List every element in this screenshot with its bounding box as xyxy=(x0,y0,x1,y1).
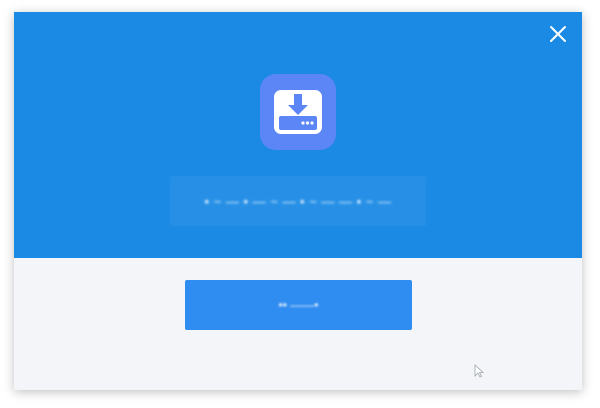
status-message: • ~ — • — ~ — • ~ — — • ~ — xyxy=(170,176,426,226)
close-button[interactable] xyxy=(546,22,570,46)
primary-action-label: •• ——• xyxy=(278,298,319,312)
mouse-cursor-icon xyxy=(474,364,484,378)
close-icon[interactable] xyxy=(546,22,570,46)
dialog-header: • ~ — • — ~ — • ~ — — • ~ — xyxy=(14,12,582,258)
primary-action-button[interactable]: •• ——• xyxy=(185,280,412,330)
app-logo xyxy=(260,74,336,150)
download-drive-icon xyxy=(274,90,322,134)
install-dialog: • ~ — • — ~ — • ~ — — • ~ — •• ——• xyxy=(14,12,582,390)
